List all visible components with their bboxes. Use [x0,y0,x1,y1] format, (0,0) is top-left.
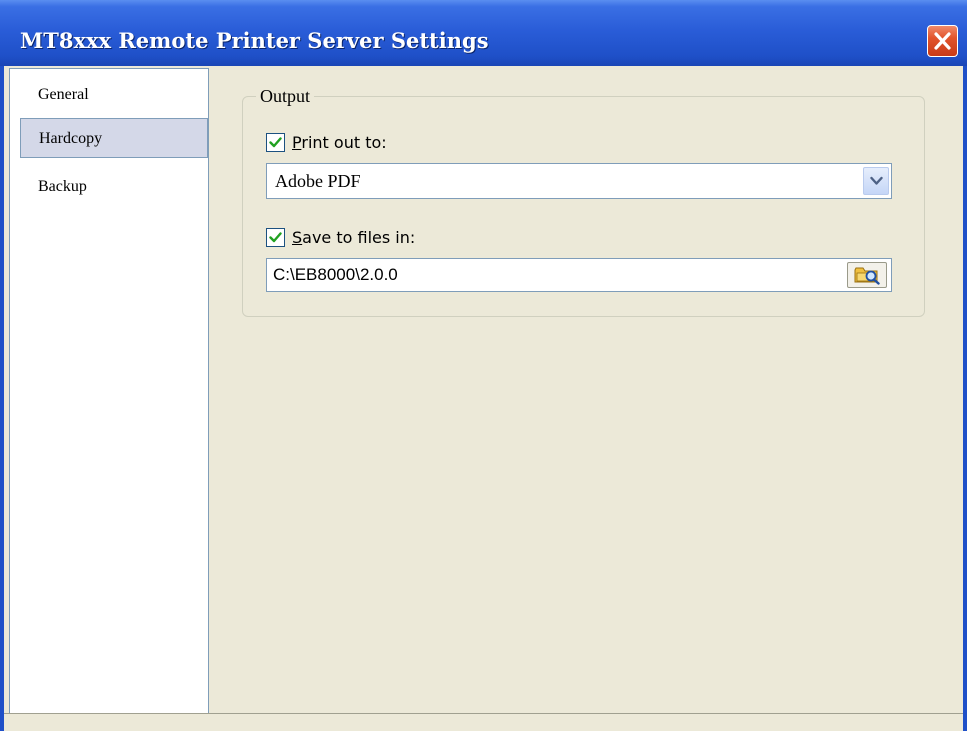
sidebar-item-general[interactable]: General [20,75,208,115]
sidebar-item-hardcopy[interactable]: Hardcopy [20,118,208,158]
close-button[interactable] [927,25,958,57]
print-out-checkbox[interactable] [266,133,285,152]
close-icon [934,32,951,50]
checkmark-icon [269,232,282,243]
sidebar-item-backup[interactable]: Backup [20,167,208,207]
print-out-label[interactable]: Print out to: [292,132,387,154]
window-title: MT8xxx Remote Printer Server Settings [20,28,489,53]
window-frame-left [0,66,4,731]
bottom-separator [4,713,963,714]
print-out-accel: P [292,133,302,152]
save-files-checkbox[interactable] [266,228,285,247]
title-bar[interactable]: MT8xxx Remote Printer Server Settings [0,0,967,66]
output-group-label: Output [256,84,315,108]
save-files-accel: S [292,228,303,247]
print-out-label-text: rint out to: [301,133,387,152]
save-path-value: C:\EB8000\2.0.0 [273,265,398,284]
settings-sidebar: General Hardcopy Backup [9,68,209,714]
save-files-label-text: ave to files in: [302,228,416,247]
chevron-down-icon [870,176,883,185]
settings-window: MT8xxx Remote Printer Server Settings Ge… [0,0,967,731]
printer-dropdown-button[interactable] [863,167,889,195]
save-files-label[interactable]: Save to files in: [292,227,415,249]
save-path-field[interactable]: C:\EB8000\2.0.0 [266,258,892,292]
window-frame-right [963,66,967,731]
browse-folder-button[interactable] [847,262,887,288]
checkmark-icon [269,137,282,148]
folder-browse-icon [854,267,880,285]
printer-select[interactable]: Adobe PDF [266,163,892,199]
printer-select-value: Adobe PDF [275,171,361,191]
